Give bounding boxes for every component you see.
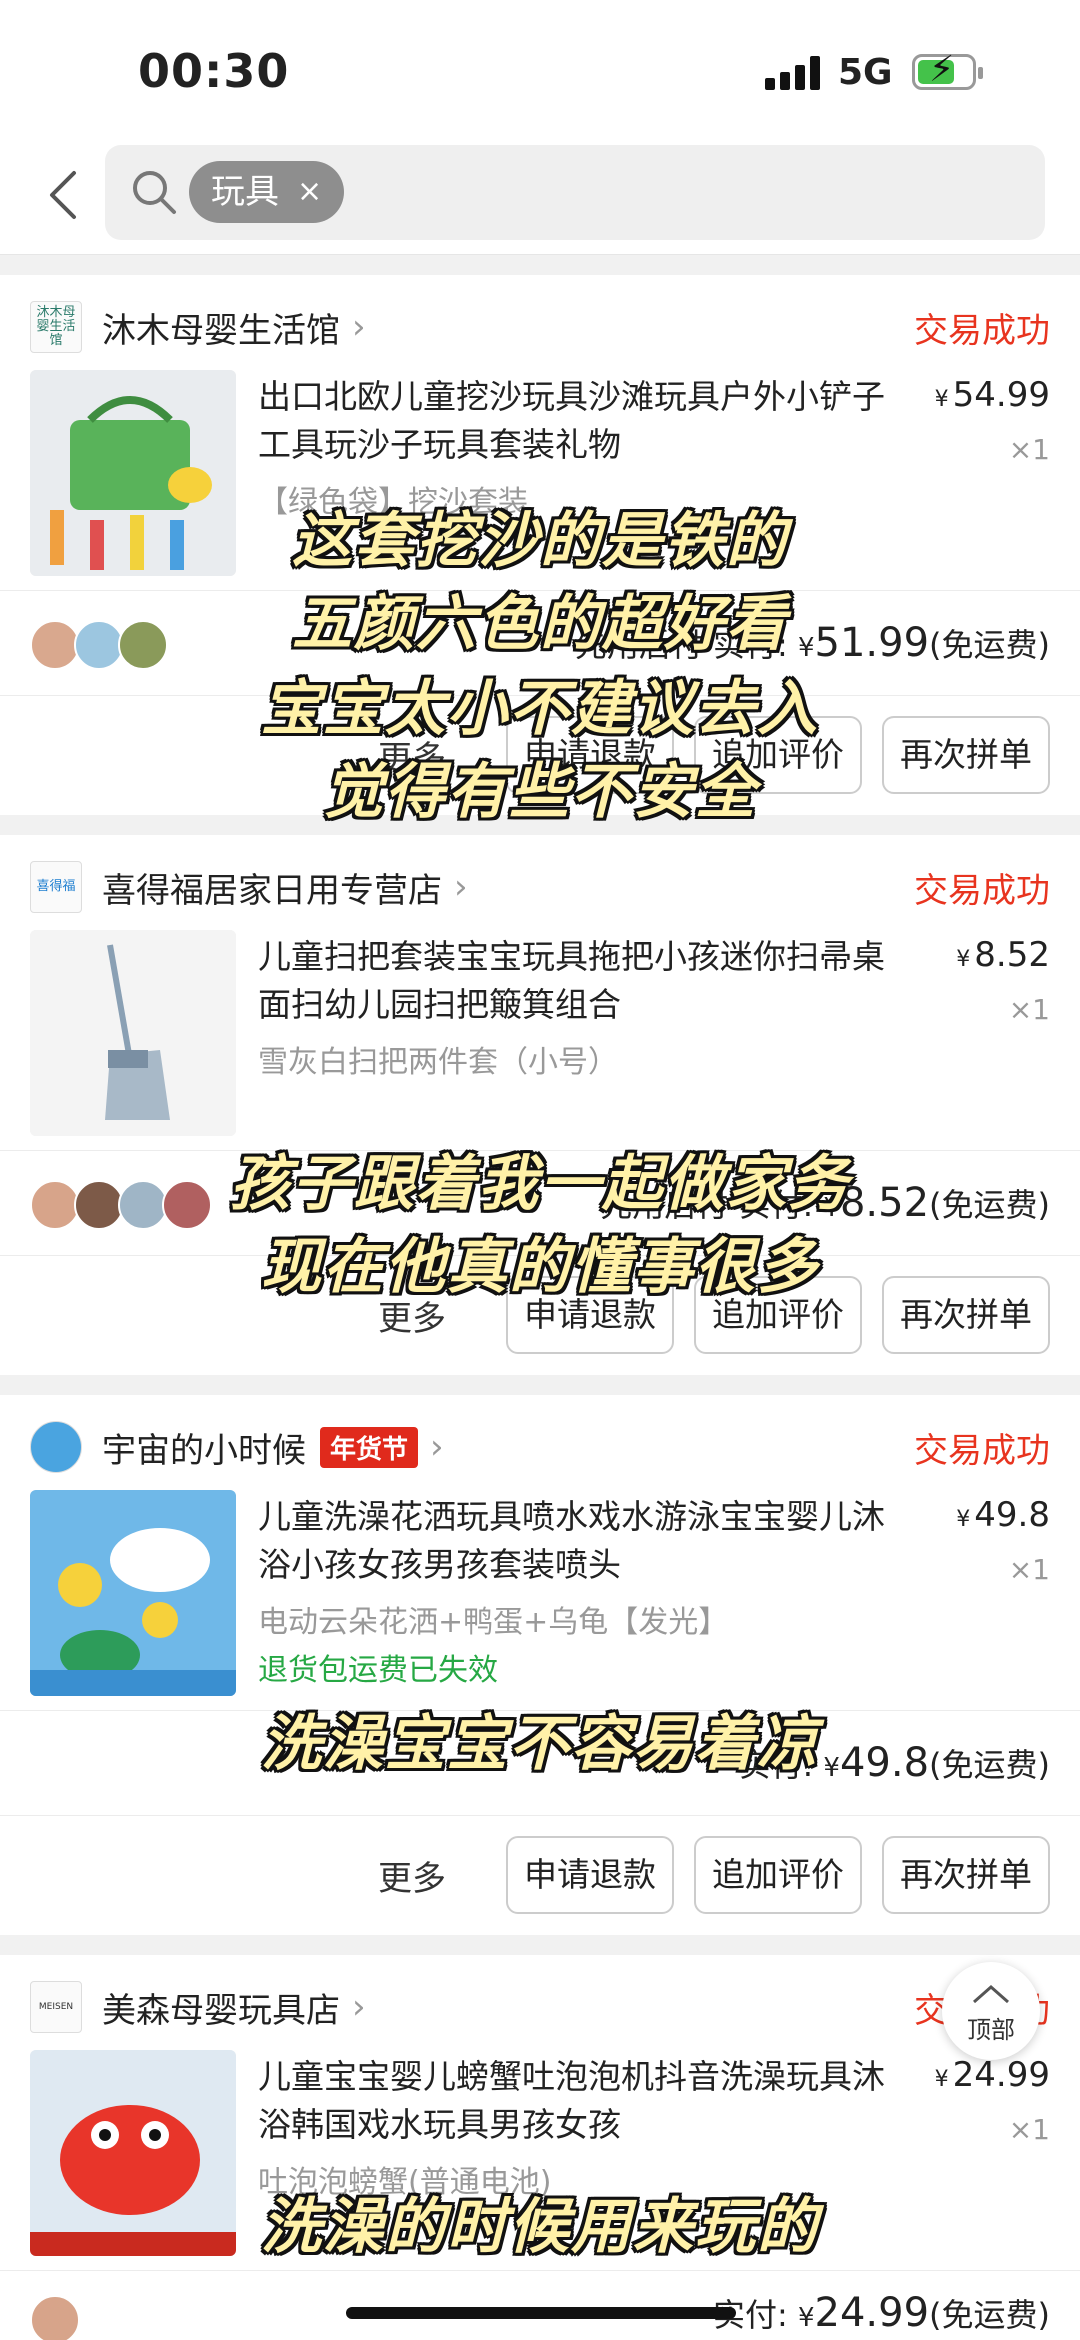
search-input[interactable]: 玩具 ×: [105, 145, 1045, 240]
product-title[interactable]: 儿童洗澡花洒玩具喷水戏水游泳宝宝婴儿沐浴小孩女孩男孩套装喷头: [258, 1493, 898, 1589]
order-card[interactable]: MEISEN 美森母婴玩具店 › 交易成功 儿童宝宝婴儿螃蟹吐泡泡机抖音洗澡玩具…: [0, 1955, 1080, 2340]
search-icon: [133, 171, 176, 214]
shop-link[interactable]: 宇宙的小时候 年货节 ›: [30, 1417, 444, 1477]
shop-link[interactable]: 沐木母婴生活馆 沐木母婴生活馆 ›: [30, 297, 366, 357]
product-title[interactable]: 儿童宝宝婴儿螃蟹吐泡泡机抖音洗澡玩具沐浴韩国戏水玩具男孩女孩: [258, 2053, 898, 2149]
product-image[interactable]: [30, 930, 236, 1136]
search-header: 玩具 ×: [0, 135, 1080, 255]
product-price: ¥54.99: [934, 375, 1050, 415]
product-qty: ×1: [1008, 1553, 1050, 1586]
shop-link[interactable]: 喜得福 喜得福居家日用专营店 ›: [30, 857, 468, 917]
shop-link[interactable]: MEISEN 美森母婴玩具店 ›: [30, 1977, 366, 2037]
chip-close-icon[interactable]: ×: [297, 161, 322, 223]
order-status: 交易成功: [914, 871, 1050, 911]
search-chip-label: 玩具: [211, 172, 279, 212]
product-price: ¥49.8: [956, 1495, 1050, 1535]
festival-badge: 年货节: [320, 1426, 419, 1468]
divider: [0, 1815, 1080, 1816]
chevron-right-icon: ›: [352, 307, 366, 347]
shop-name: 喜得福居家日用专营店: [102, 870, 442, 911]
refund-button[interactable]: 申请退款: [506, 1836, 674, 1914]
chevron-up-icon: [973, 1984, 1009, 2004]
chevron-right-icon: ›: [352, 1987, 366, 2027]
video-subtitle: 五颜六色的超好看: [292, 589, 788, 659]
back-to-top-button[interactable]: 顶部: [942, 1962, 1040, 2060]
product-spec: 雪灰白扫把两件套（小号）: [258, 1045, 618, 1080]
order-card[interactable]: 宇宙的小时候 年货节 › 交易成功 儿童洗澡花洒玩具喷水戏水游泳宝宝婴儿沐浴小孩…: [0, 1395, 1080, 1935]
video-subtitle: 孩子跟着我一起做家务: [230, 1149, 850, 1219]
video-subtitle: 宝宝太小不建议去入: [261, 674, 819, 744]
product-qty: ×1: [1008, 993, 1050, 1026]
back-to-top-label: 顶部: [967, 2016, 1015, 2044]
signal-icon: [765, 56, 823, 90]
chevron-right-icon: ›: [454, 867, 468, 907]
product-spec: 电动云朵花洒+鸭蛋+乌龟【发光】: [258, 1605, 729, 1640]
video-subtitle: 现在他真的懂事很多: [261, 1232, 819, 1302]
buyer-avatars: [30, 2295, 80, 2340]
search-chip[interactable]: 玩具 ×: [189, 161, 345, 223]
shop-logo: 沐木母婴生活馆: [30, 301, 82, 353]
shop-logo-doraemon: [30, 1421, 82, 1473]
shop-name: 宇宙的小时候: [102, 1430, 306, 1471]
product-qty: ×1: [1008, 433, 1050, 466]
divider: [0, 2270, 1080, 2271]
product-price: ¥8.52: [956, 935, 1050, 975]
home-indicator[interactable]: [346, 2307, 736, 2319]
video-subtitle: 洗澡宝宝不容易着凉: [261, 1709, 819, 1779]
clock: 00:30: [138, 44, 290, 98]
product-qty: ×1: [1008, 2113, 1050, 2146]
more-button[interactable]: 更多: [378, 1851, 446, 1900]
shop-logo: MEISEN: [30, 1981, 82, 2033]
shop-logo: 喜得福: [30, 861, 82, 913]
network-type: 5G: [838, 52, 893, 93]
shop-name: 美森母婴玩具店: [102, 1990, 340, 2031]
avatar: [30, 2295, 80, 2340]
status-bar: 00:30 5G ⚡: [0, 0, 1080, 135]
product-image[interactable]: [30, 1490, 236, 1696]
return-shipping-notice: 退货包运费已失效: [258, 1653, 498, 1688]
product-title[interactable]: 出口北欧儿童挖沙玩具沙滩玩具户外小铲子工具玩沙子玩具套装礼物: [258, 373, 898, 469]
video-subtitle: 洗澡的时候用来玩的: [261, 2192, 819, 2262]
video-subtitle: 这套挖沙的是铁的: [292, 506, 788, 576]
order-status: 交易成功: [914, 311, 1050, 351]
payment-summary: 实付: ¥24.99(免运费): [712, 2290, 1050, 2336]
back-icon[interactable]: [36, 165, 96, 225]
review-button[interactable]: 追加评价: [694, 1836, 862, 1914]
video-subtitle: 觉得有些不安全: [323, 757, 757, 827]
order-status: 交易成功: [914, 1431, 1050, 1471]
battery-icon: ⚡: [912, 49, 983, 90]
product-title[interactable]: 儿童扫把套装宝宝玩具拖把小孩迷你扫帚桌面扫幼儿园扫把簸箕组合: [258, 933, 898, 1029]
rebuy-button[interactable]: 再次拼单: [882, 1836, 1050, 1914]
product-price: ¥24.99: [934, 2055, 1050, 2095]
action-row: 更多 申请退款 追加评价 再次拼单: [378, 1835, 1050, 1915]
shop-name: 沐木母婴生活馆: [102, 310, 340, 351]
chevron-right-icon: ›: [430, 1427, 444, 1467]
